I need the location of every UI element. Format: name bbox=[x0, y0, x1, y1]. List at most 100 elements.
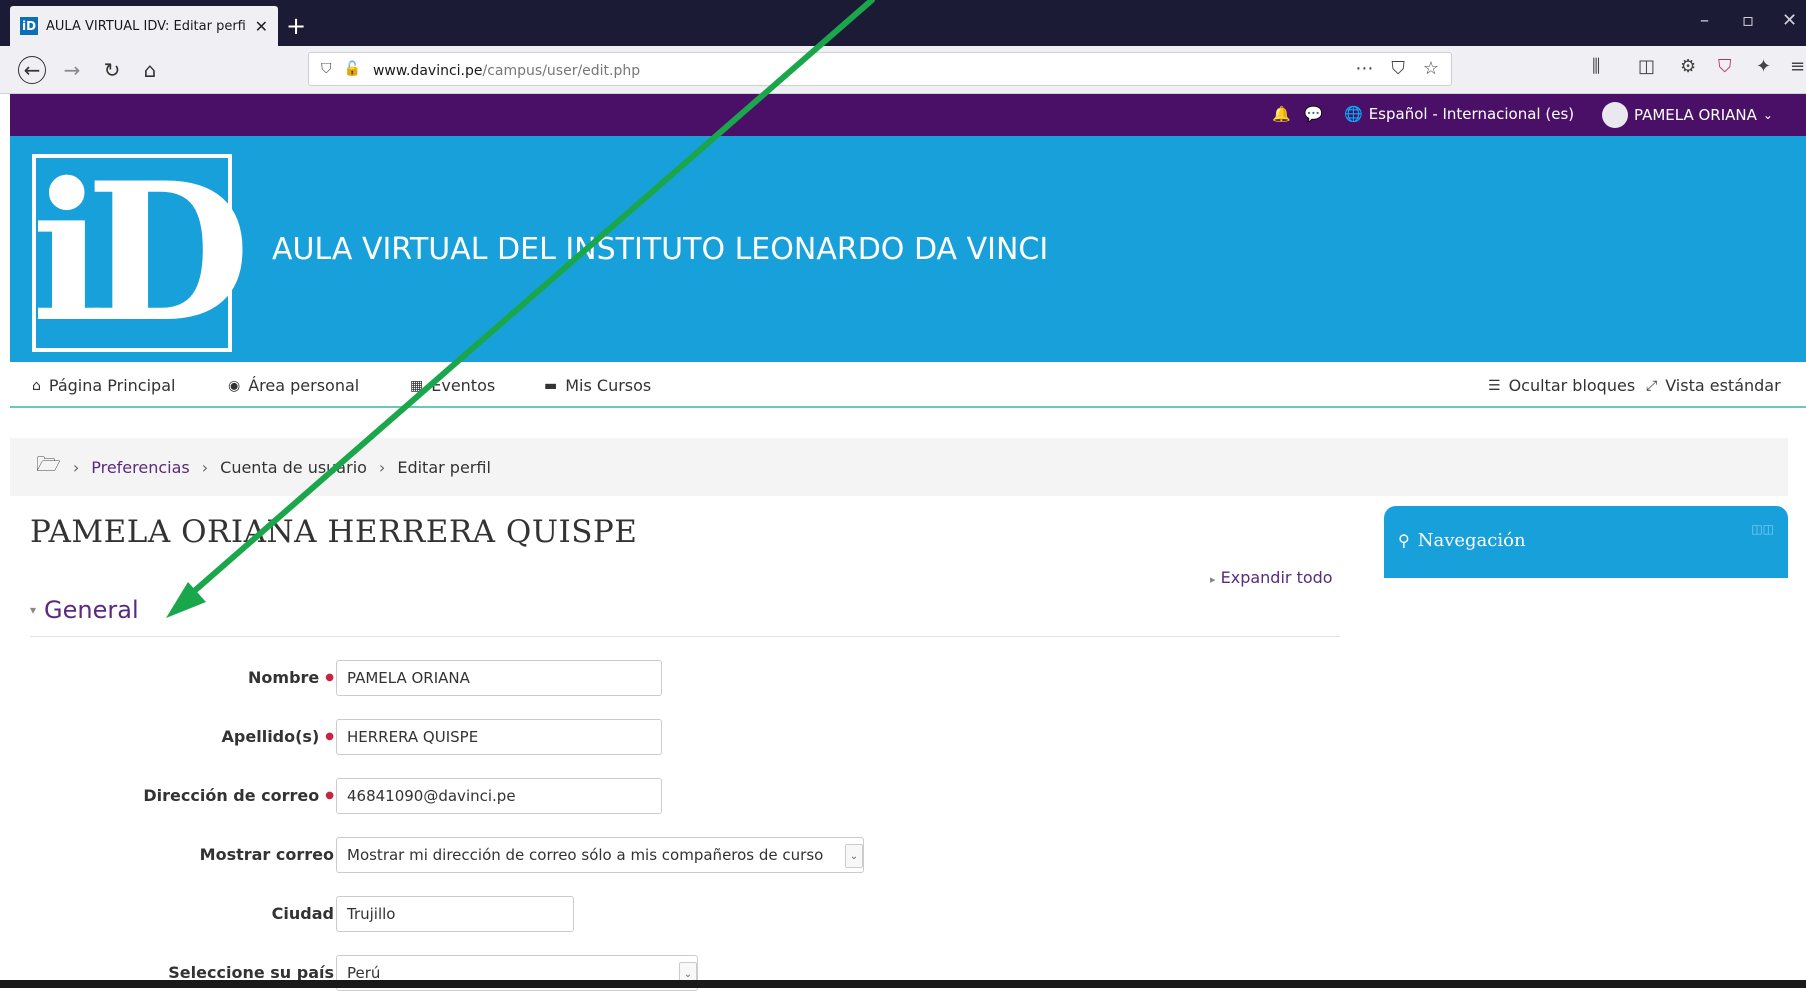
breadcrumb: 🗁 › Preferencias › Cuenta de usuario › E… bbox=[10, 438, 1788, 496]
navigation-block-title[interactable]: ⚲ Navegación bbox=[1398, 530, 1526, 551]
nav-home-label: Página Principal bbox=[48, 376, 176, 395]
caret-right-icon: ▸ bbox=[1210, 573, 1216, 586]
form-row-mostrar-correo: Mostrar correo Mostrar mi dirección de c… bbox=[0, 837, 1340, 873]
briefcase-icon: ▬ bbox=[544, 377, 558, 394]
mostrar-correo-label-text: Mostrar correo bbox=[199, 845, 334, 864]
site-title: AULA VIRTUAL DEL INSTITUTO LEONARDO DA V… bbox=[272, 232, 1049, 267]
folder-icon[interactable]: 🗁 bbox=[36, 450, 61, 484]
browser-tab[interactable]: iD AULA VIRTUAL IDV: Editar perfil ✕ bbox=[10, 6, 278, 46]
url-host: www.davinci.pe bbox=[372, 62, 483, 79]
apellido-label-text: Apellido(s) bbox=[221, 727, 320, 746]
breadcrumb-separator: › bbox=[72, 457, 80, 477]
required-icon: ● bbox=[325, 790, 334, 801]
nav-events[interactable]: ▦ Eventos bbox=[410, 376, 495, 395]
restore-icon[interactable]: ▫ bbox=[1742, 10, 1754, 31]
sitemap-icon: ⚲ bbox=[1398, 531, 1410, 550]
annotation-arrow-head bbox=[166, 582, 206, 618]
breadcrumb-separator: › bbox=[201, 457, 209, 477]
form-row-ciudad: Ciudad Trujillo bbox=[0, 896, 1340, 932]
reload-icon[interactable]: ↻ bbox=[98, 56, 126, 84]
browser-toolbar: ← → ↻ ⌂ ⛉ 🔓 www.davinci.pe/campus/user/e… bbox=[0, 46, 1806, 94]
user-menu[interactable]: PAMELA ORIANA ⌄ bbox=[1602, 102, 1773, 128]
nav-dashboard[interactable]: ◉ Área personal bbox=[228, 376, 359, 395]
bottom-bar bbox=[0, 980, 1806, 988]
section-title: General bbox=[44, 596, 139, 624]
messages-icon[interactable]: 💬 bbox=[1304, 105, 1323, 123]
apellido-input[interactable]: HERRERA QUISPE bbox=[336, 719, 662, 755]
required-icon: ● bbox=[325, 731, 334, 742]
nav-dashboard-label: Área personal bbox=[248, 376, 360, 395]
apellido-label: Apellido(s) ● bbox=[222, 727, 334, 746]
url-bar[interactable]: ⛉ 🔓 www.davinci.pe/campus/user/edit.php … bbox=[308, 52, 1452, 86]
chevron-down-icon: ⌄ bbox=[845, 844, 863, 868]
avatar bbox=[1602, 102, 1628, 128]
hide-blocks-button[interactable]: ☰ Ocultar bloques bbox=[1488, 376, 1635, 395]
pocket-extension-icon[interactable]: ⛉ bbox=[1718, 56, 1732, 77]
nombre-label-text: Nombre bbox=[248, 668, 320, 687]
tab-title: AULA VIRTUAL IDV: Editar perfil bbox=[46, 18, 247, 34]
bookmark-star-icon[interactable]: ☆ bbox=[1423, 58, 1439, 79]
user-name: PAMELA ORIANA bbox=[1634, 106, 1757, 124]
page-actions-icon[interactable]: ⋯ bbox=[1355, 58, 1373, 79]
extension-icon[interactable]: ⚙ bbox=[1680, 56, 1696, 77]
page-title: PAMELA ORIANA HERRERA QUISPE bbox=[30, 514, 638, 550]
nav-my-courses-label: Mis Cursos bbox=[565, 376, 652, 395]
form-row-apellido: Apellido(s) ● HERRERA QUISPE bbox=[0, 719, 1340, 755]
menu-icon[interactable]: ≡ bbox=[1790, 56, 1805, 77]
back-icon[interactable]: ← bbox=[18, 56, 46, 84]
ciudad-input[interactable]: Trujillo bbox=[336, 896, 574, 932]
home-icon: ⌂ bbox=[32, 377, 41, 394]
mostrar-correo-label: Mostrar correo bbox=[200, 845, 334, 864]
insecure-lock-icon: 🔓 bbox=[343, 61, 361, 77]
close-window-icon[interactable]: ✕ bbox=[1782, 10, 1797, 31]
extension-2-icon[interactable]: ✦ bbox=[1756, 56, 1771, 77]
library-icon[interactable]: ⫼ bbox=[1592, 56, 1600, 77]
breadcrumb-preferences[interactable]: Preferencias bbox=[91, 458, 190, 477]
calendar-icon: ▦ bbox=[410, 377, 424, 394]
standard-view-label: Vista estándar bbox=[1665, 376, 1781, 395]
globe-icon: 🌐 bbox=[1344, 105, 1363, 123]
mostrar-correo-select[interactable]: Mostrar mi dirección de correo sólo a mi… bbox=[336, 837, 864, 873]
breadcrumb-edit-profile: Editar perfil bbox=[397, 457, 491, 477]
url-path: /campus/user/edit.php bbox=[482, 62, 641, 79]
site-favicon-icon: iD bbox=[20, 17, 38, 35]
browser-tab-strip: iD AULA VIRTUAL IDV: Editar perfil ✕ + –… bbox=[0, 0, 1806, 46]
nombre-input[interactable]: PAMELA ORIANA bbox=[336, 660, 662, 696]
email-label: Dirección de correo ● bbox=[143, 786, 334, 805]
nav-my-courses[interactable]: ▬ Mis Cursos bbox=[544, 376, 651, 395]
mostrar-correo-value: Mostrar mi dirección de correo sólo a mi… bbox=[347, 846, 824, 864]
expand-all-label: Expandir todo bbox=[1220, 568, 1333, 587]
user-bar: 🔔 💬 🌐 Español - Internacional (es) PAMEL… bbox=[10, 94, 1806, 136]
site-logo[interactable]: iD bbox=[31, 141, 251, 364]
expand-all-link[interactable]: ▸ Expandir todo bbox=[1210, 568, 1333, 587]
breadcrumb-separator: › bbox=[378, 457, 386, 477]
section-divider bbox=[30, 636, 1340, 637]
caret-down-icon: ▾ bbox=[30, 603, 37, 617]
shield-icon: ⛉ bbox=[321, 61, 332, 77]
new-tab-icon[interactable]: + bbox=[286, 12, 306, 40]
standard-view-button[interactable]: ⤢ Vista estándar bbox=[1646, 376, 1781, 395]
language-label: Español - Internacional (es) bbox=[1368, 105, 1575, 123]
logo-mark: iD bbox=[31, 141, 251, 364]
dashboard-icon: ◉ bbox=[228, 377, 241, 394]
home-icon[interactable]: ⌂ bbox=[136, 56, 164, 84]
required-icon: ● bbox=[325, 672, 334, 683]
close-tab-icon[interactable]: ✕ bbox=[255, 17, 268, 36]
nav-home[interactable]: ⌂ Página Principal bbox=[32, 376, 175, 395]
nombre-label: Nombre ● bbox=[248, 668, 334, 687]
language-menu[interactable]: 🌐 Español - Internacional (es) bbox=[1344, 105, 1574, 123]
ciudad-label: Ciudad bbox=[272, 904, 334, 923]
sidebar-icon[interactable]: ◫ bbox=[1638, 56, 1655, 77]
ciudad-label-text: Ciudad bbox=[271, 904, 334, 923]
block-controls-icon[interactable]: ◫◫ bbox=[1751, 522, 1774, 536]
breadcrumb-user-account[interactable]: Cuenta de usuario bbox=[220, 458, 367, 477]
notifications-icon[interactable]: 🔔 bbox=[1272, 105, 1291, 123]
navigation-block: ⚲ Navegación ◫◫ bbox=[1384, 506, 1788, 578]
email-input[interactable]: 46841090@davinci.pe bbox=[336, 778, 662, 814]
forward-icon[interactable]: → bbox=[58, 56, 86, 84]
minimize-icon[interactable]: – bbox=[1700, 10, 1709, 31]
navigation-block-label: Navegación bbox=[1417, 530, 1526, 551]
pocket-icon[interactable]: ⛉ bbox=[1391, 58, 1405, 79]
site-header: iD AULA VIRTUAL DEL INSTITUTO LEONARDO D… bbox=[10, 136, 1806, 362]
section-general-header[interactable]: ▾ General bbox=[30, 596, 139, 624]
